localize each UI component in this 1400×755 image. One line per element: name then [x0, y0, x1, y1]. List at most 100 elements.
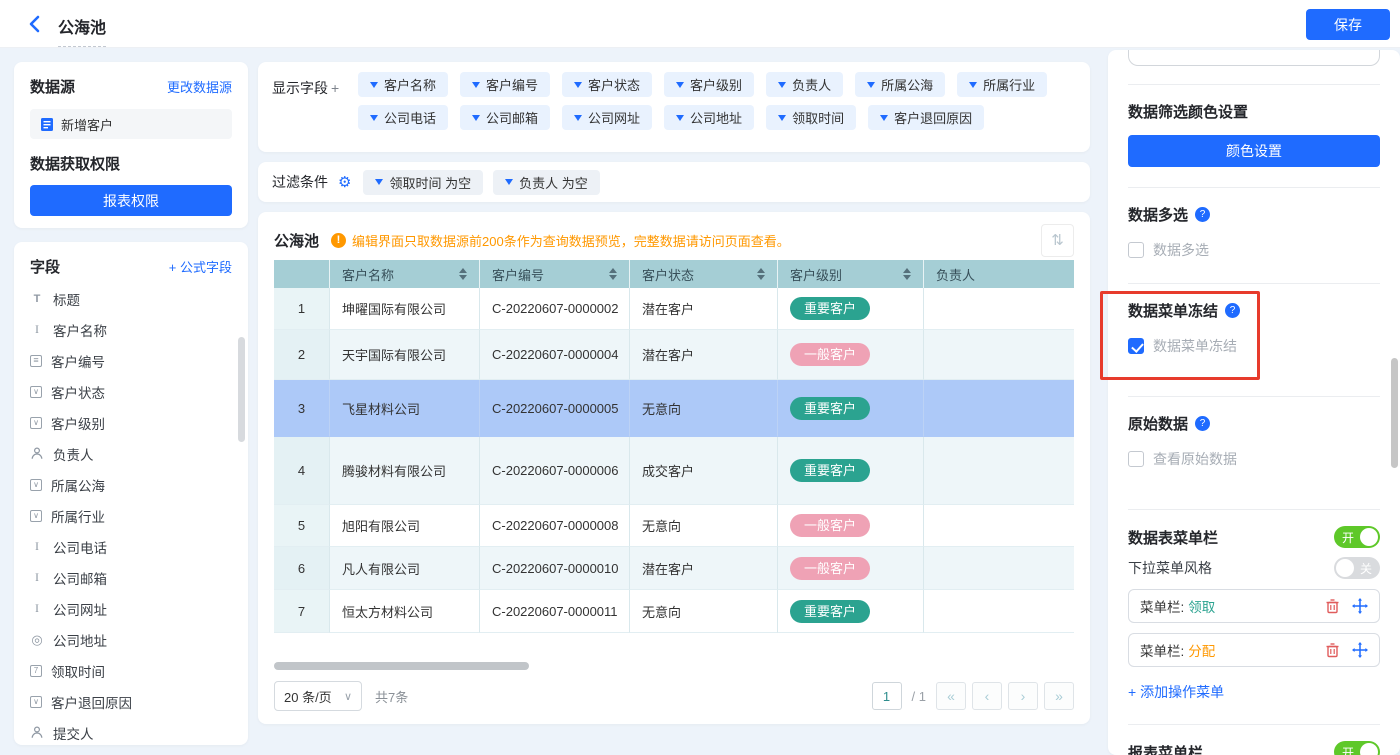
checkbox-unchecked-icon[interactable]: [1128, 242, 1144, 258]
field-item-phone[interactable]: 公司电话: [30, 531, 232, 562]
display-field-chip[interactable]: 客户退回原因: [868, 105, 984, 130]
page-number-input[interactable]: 1: [872, 682, 902, 710]
checkbox-checked-icon[interactable]: [1128, 338, 1144, 354]
cell-customer-level: 重要客户: [778, 590, 924, 633]
first-page-button[interactable]: «: [936, 682, 966, 710]
table-row-selected[interactable]: 3 飞星材料公司 C-20220607-0000005 无意向 重要客户: [274, 380, 1074, 437]
column-header[interactable]: 负责人: [924, 260, 1074, 288]
horizontal-scrollbar-thumb[interactable]: [274, 662, 529, 670]
table-row[interactable]: 2 天宇国际有限公司 C-20220607-0000004 潜在客户 一般客户: [274, 330, 1074, 380]
cell-customer-status: 潜在客户: [630, 330, 778, 380]
sort-carets-icon[interactable]: [757, 268, 765, 280]
display-field-chip[interactable]: 领取时间: [766, 105, 856, 130]
raw-data-checkbox[interactable]: 查看原始数据: [1128, 449, 1380, 469]
horizontal-scrollbar[interactable]: [274, 662, 1074, 670]
color-settings-button[interactable]: 颜色设置: [1128, 135, 1380, 167]
add-action-menu-link[interactable]: + 添加操作菜单: [1128, 682, 1380, 702]
report-menu-toggle[interactable]: 开: [1334, 741, 1380, 755]
display-field-chip[interactable]: 客户编号: [460, 72, 550, 97]
column-header[interactable]: 客户名称: [330, 260, 480, 288]
table-row[interactable]: 7 恒太方材料公司 C-20220607-0000011 无意向 重要客户: [274, 590, 1074, 633]
field-item-pool[interactable]: 所属公海: [30, 469, 232, 500]
display-field-chip[interactable]: 客户名称: [358, 72, 448, 97]
field-item-title[interactable]: 标题: [30, 283, 232, 314]
fields-scrollbar[interactable]: [238, 337, 245, 442]
display-field-chip[interactable]: 公司地址: [664, 105, 754, 130]
cell-customer-code: C-20220607-0000005: [480, 380, 630, 437]
cell-customer-code: C-20220607-0000008: [480, 505, 630, 547]
serial-icon: [30, 355, 42, 367]
change-datasource-link[interactable]: 更改数据源: [167, 77, 232, 96]
move-icon[interactable]: [1352, 598, 1368, 614]
help-icon[interactable]: ?: [1225, 303, 1240, 318]
field-item-customer-level[interactable]: 客户级别: [30, 407, 232, 438]
field-item-customer-name[interactable]: 客户名称: [30, 314, 232, 345]
sort-carets-icon[interactable]: [459, 268, 467, 280]
display-field-chip[interactable]: 客户状态: [562, 72, 652, 97]
column-header[interactable]: 客户编号: [480, 260, 630, 288]
dropdown-style-toggle[interactable]: 关: [1334, 557, 1380, 579]
field-item-customer-code[interactable]: 客户编号: [30, 345, 232, 376]
field-item-industry[interactable]: 所属行业: [30, 500, 232, 531]
filter-chip[interactable]: 负责人 为空: [493, 170, 600, 195]
table-menu-title: 数据表菜单栏: [1128, 527, 1218, 548]
cell-owner: [924, 380, 1074, 437]
window-scrollbar[interactable]: [1391, 358, 1398, 468]
next-page-button[interactable]: ›: [1008, 682, 1038, 710]
last-page-button[interactable]: »: [1044, 682, 1074, 710]
help-icon[interactable]: ?: [1195, 207, 1210, 222]
chevron-down-icon: [867, 82, 875, 88]
display-field-chip[interactable]: 客户级别: [664, 72, 754, 97]
menu-item-assign[interactable]: 菜单栏: 分配: [1128, 633, 1380, 667]
trash-icon[interactable]: [1325, 642, 1340, 658]
sort-toggle-button[interactable]: ⇅: [1041, 224, 1074, 257]
table-row[interactable]: 5 旭阳有限公司 C-20220607-0000008 无意向 一般客户: [274, 505, 1074, 547]
menu-freeze-checkbox[interactable]: 数据菜单冻结: [1128, 336, 1380, 356]
table-menu-toggle[interactable]: 开: [1334, 526, 1380, 548]
field-item-owner[interactable]: 负责人: [30, 438, 232, 469]
report-permission-button[interactable]: 报表权限: [30, 185, 232, 216]
add-display-field-button[interactable]: +: [331, 80, 339, 96]
add-formula-field-link[interactable]: + 公式字段: [169, 257, 232, 276]
display-field-chip[interactable]: 所属公海: [855, 72, 945, 97]
back-button[interactable]: [26, 14, 46, 34]
cell-customer-code: C-20220607-0000010: [480, 547, 630, 590]
trash-icon[interactable]: [1325, 598, 1340, 614]
move-icon[interactable]: [1352, 642, 1368, 658]
display-field-chip[interactable]: 负责人: [766, 72, 843, 97]
field-item-email[interactable]: 公司邮箱: [30, 562, 232, 593]
checkbox-unchecked-icon[interactable]: [1128, 451, 1144, 467]
help-icon[interactable]: ?: [1195, 416, 1210, 431]
field-item-return-reason[interactable]: 客户退回原因: [30, 686, 232, 717]
field-item-customer-status[interactable]: 客户状态: [30, 376, 232, 407]
filter-chip[interactable]: 领取时间 为空: [363, 170, 483, 195]
table-row[interactable]: 1 坤曜国际有限公司 C-20220607-0000002 潜在客户 重要客户: [274, 288, 1074, 330]
display-field-chip[interactable]: 公司邮箱: [460, 105, 550, 130]
row-number: 3: [274, 380, 330, 437]
gear-icon[interactable]: ⚙: [338, 173, 351, 191]
field-item-claim-time[interactable]: 领取时间: [30, 655, 232, 686]
sort-carets-icon[interactable]: [609, 268, 617, 280]
page-size-select[interactable]: 20 条/页∨: [274, 681, 362, 711]
save-button[interactable]: 保存: [1306, 9, 1390, 40]
chevron-down-icon: [880, 115, 888, 121]
display-field-chip[interactable]: 公司网址: [562, 105, 652, 130]
display-field-chip[interactable]: 所属行业: [957, 72, 1047, 97]
prev-page-button[interactable]: ‹: [972, 682, 1002, 710]
field-item-submitter[interactable]: 提交人: [30, 717, 232, 745]
sort-carets-icon[interactable]: [903, 268, 911, 280]
table-row[interactable]: 6 凡人有限公司 C-20220607-0000010 潜在客户 一般客户: [274, 547, 1074, 590]
multi-select-title: 数据多选: [1128, 204, 1188, 225]
raw-data-section: 原始数据? 查看原始数据: [1128, 397, 1380, 469]
datasource-item[interactable]: 新增客户: [30, 109, 232, 139]
display-field-chip[interactable]: 公司电话: [358, 105, 448, 130]
column-header[interactable]: 客户级别: [778, 260, 924, 288]
multi-select-checkbox[interactable]: 数据多选: [1128, 240, 1380, 260]
clipped-input-box: [1128, 50, 1380, 66]
column-header[interactable]: 客户状态: [630, 260, 778, 288]
menu-item-claim[interactable]: 菜单栏: 领取: [1128, 589, 1380, 623]
field-item-address[interactable]: 公司地址: [30, 624, 232, 655]
table-row[interactable]: 4 腾骏材料有限公司 C-20220607-0000006 成交客户 重要客户: [274, 437, 1074, 505]
field-item-website[interactable]: 公司网址: [30, 593, 232, 624]
raw-data-title: 原始数据: [1128, 413, 1188, 434]
